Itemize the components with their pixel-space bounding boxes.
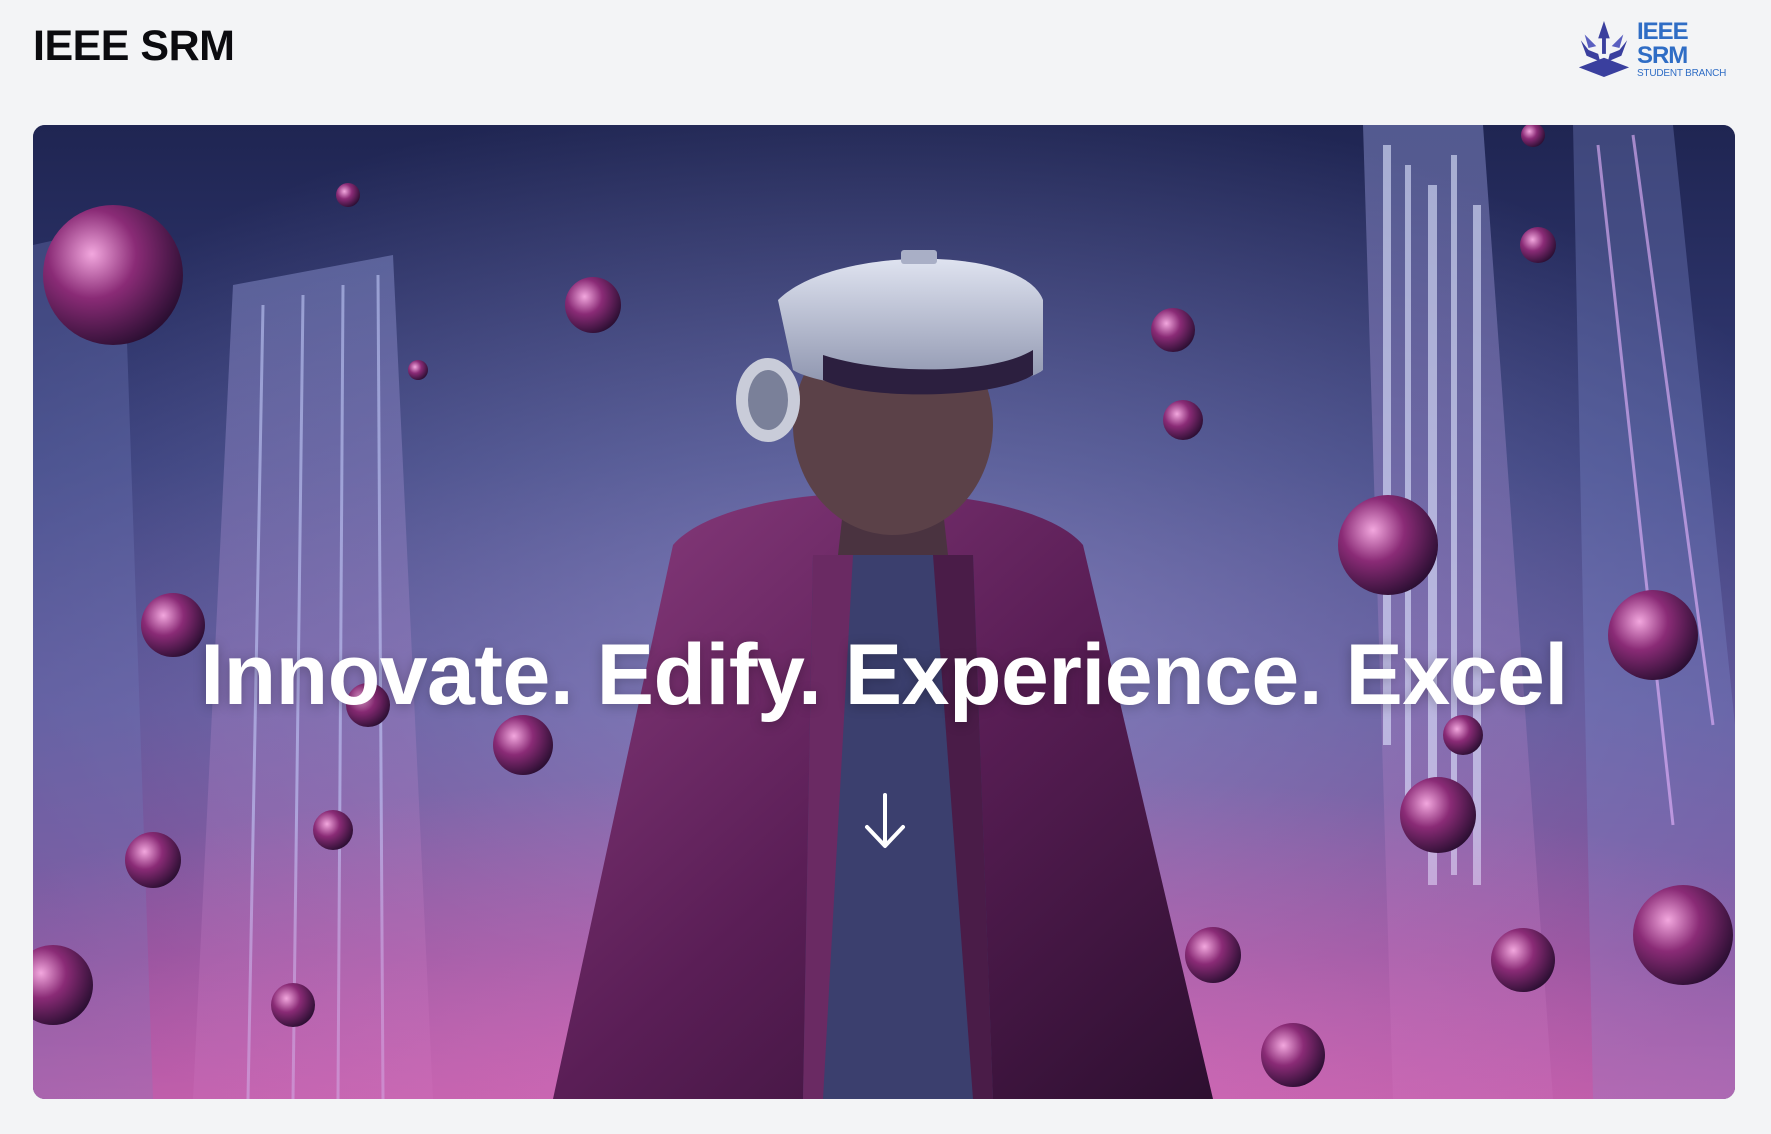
scroll-down-button[interactable]: [859, 789, 911, 853]
site-title[interactable]: IEEE SRM: [33, 20, 235, 72]
site-header: IEEE SRM IEEE SRM STUDENT BRANCH: [0, 0, 1771, 110]
ieee-srm-logo[interactable]: IEEE SRM STUDENT BRANCH: [1575, 18, 1740, 80]
logo-text: IEEE SRM STUDENT BRANCH: [1636, 17, 1740, 79]
person-wearing-vr-headset-in-neon-city-icon: [33, 125, 1735, 1099]
hero-banner: Innovate. Edify. Experience. Excel: [33, 125, 1735, 1099]
logo-name: IEEE SRM: [1636, 17, 1689, 69]
ieee-trident-logo-icon: [1578, 20, 1630, 78]
logo-subtitle: STUDENT BRANCH: [1636, 67, 1727, 79]
hero-headline: Innovate. Edify. Experience. Excel: [200, 627, 1568, 723]
arrow-down-icon: [865, 793, 905, 848]
